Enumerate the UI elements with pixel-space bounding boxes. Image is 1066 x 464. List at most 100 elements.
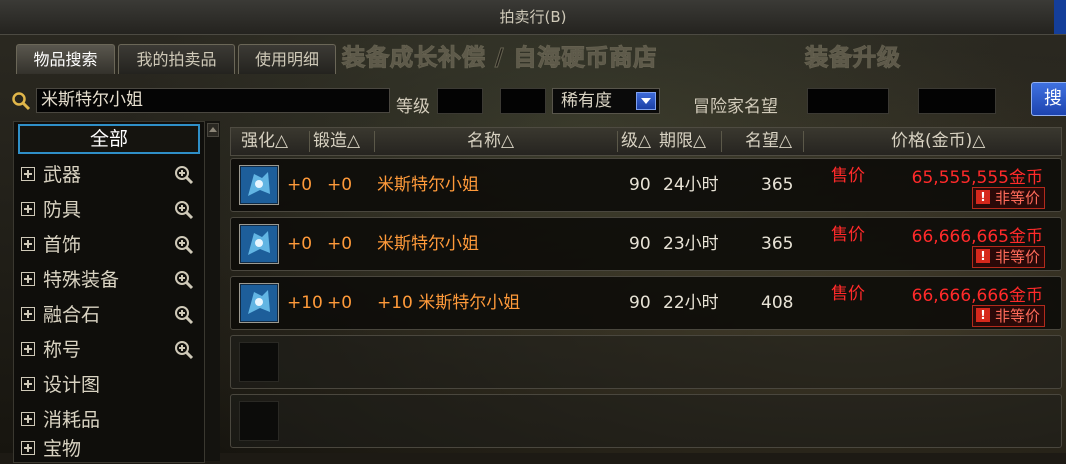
search-input[interactable]: 米斯特尔小姐 (36, 88, 390, 113)
badge-label: 非等价 (994, 307, 1040, 325)
category-sidebar: 全部 武器 防具 首饰 特殊装备 融合石 称号 设计图 消耗品 宝物 (13, 121, 205, 463)
header-divider (721, 131, 722, 152)
window-title: 拍卖行(B) (499, 8, 567, 26)
level-label: 等级 (396, 97, 430, 117)
sidebar-item-weapon[interactable]: 武器 (18, 160, 200, 190)
item-slot[interactable] (239, 224, 279, 264)
plus-box-icon[interactable] (21, 167, 35, 181)
tab-usage-history[interactable]: 使用明细 (238, 44, 336, 74)
item-slot[interactable] (239, 165, 279, 205)
plus-box-icon[interactable] (21, 377, 35, 391)
row-duration: 24小时 (663, 175, 719, 195)
rarity-label: 稀有度 (561, 91, 612, 111)
plus-box-icon[interactable] (21, 307, 35, 321)
row-forge: +0 (327, 293, 353, 313)
row-item-name: 米斯特尔小姐 (377, 175, 479, 195)
item-card-icon (241, 226, 277, 262)
header-forge[interactable]: 锻造△ (313, 128, 360, 155)
zoom-in-icon[interactable] (174, 235, 194, 255)
fame-min-input[interactable] (807, 88, 889, 114)
header-level[interactable]: 级△ (621, 128, 651, 155)
sidebar-item-label: 设计图 (43, 374, 101, 396)
level-max-input[interactable] (500, 88, 546, 114)
row-item-name: 米斯特尔小姐 (377, 234, 479, 254)
row-item-name: +10 米斯特尔小姐 (377, 293, 521, 313)
row-price: 65,555,555金币 (911, 168, 1043, 188)
chevron-down-icon[interactable] (636, 92, 656, 110)
row-fame: 365 (761, 234, 794, 254)
row-sale-label: 售价 (831, 284, 865, 304)
listing-row[interactable]: +10 +0 +10 米斯特尔小姐 90 22小时 408 售价 66,666,… (230, 276, 1062, 330)
sidebar-item-label: 全部 (89, 128, 128, 150)
item-card-icon (241, 167, 277, 203)
header-price[interactable]: 价格(金币)△ (891, 128, 985, 155)
plus-box-icon[interactable] (21, 342, 35, 356)
item-slot[interactable] (239, 283, 279, 323)
header-divider (374, 131, 375, 152)
search-button[interactable]: 搜 (1031, 82, 1066, 116)
listing-row[interactable]: +0 +0 米斯特尔小姐 90 24小时 365 售价 65,555,555金币… (230, 158, 1062, 212)
header-duration[interactable]: 期限△ (659, 128, 706, 155)
row-sale-label: 售价 (831, 166, 865, 186)
sidebar-item-fusion-stone[interactable]: 融合石 (18, 300, 200, 330)
sidebar-item-accessory[interactable]: 首饰 (18, 230, 200, 260)
item-slot (239, 342, 279, 382)
zoom-in-icon[interactable] (174, 305, 194, 325)
exclamation-icon: ! (975, 249, 990, 263)
fame-label: 冒险家名望 (693, 97, 778, 117)
row-level: 90 (629, 293, 651, 313)
zoom-in-icon[interactable] (174, 270, 194, 290)
sidebar-item-label: 宝物 (43, 438, 82, 460)
level-min-input[interactable] (437, 88, 483, 114)
listing-row[interactable]: +0 +0 米斯特尔小姐 90 23小时 365 售价 66,666,665金币… (230, 217, 1062, 271)
scroll-up-icon[interactable] (207, 123, 219, 137)
sidebar-item-all[interactable]: 全部 (18, 124, 200, 154)
sidebar-item-special-equipment[interactable]: 特殊装备 (18, 265, 200, 295)
sidebar-item-label: 武器 (43, 164, 82, 186)
tab-item-search[interactable]: 物品搜索 (16, 44, 115, 74)
zoom-in-icon[interactable] (174, 340, 194, 360)
sidebar-item-label: 防具 (43, 199, 82, 221)
empty-listing-row (230, 394, 1062, 448)
empty-listing-row (230, 335, 1062, 389)
sidebar-item-consumable[interactable]: 消耗品 (18, 405, 200, 435)
plus-box-icon[interactable] (21, 412, 35, 426)
row-price: 66,666,666金币 (911, 286, 1043, 306)
zoom-in-icon[interactable] (174, 165, 194, 185)
row-enhance: +10 (287, 293, 323, 313)
row-fame: 365 (761, 175, 794, 195)
row-duration: 23小时 (663, 234, 719, 254)
sidebar-item-label: 特殊装备 (43, 269, 120, 291)
titlebar-corner (1054, 0, 1066, 34)
plus-box-icon[interactable] (21, 202, 35, 216)
exclamation-icon: ! (975, 190, 990, 204)
header-divider (309, 131, 310, 152)
sidebar-scrollbar[interactable] (204, 121, 220, 461)
row-duration: 22小时 (663, 293, 719, 313)
sidebar-item-label: 称号 (43, 339, 82, 361)
header-enhance[interactable]: 强化△ (241, 128, 288, 155)
sidebar-item-title[interactable]: 称号 (18, 335, 200, 365)
fame-max-input[interactable] (918, 88, 996, 114)
plus-box-icon[interactable] (21, 237, 35, 251)
sidebar-item-treasure[interactable]: 宝物 (18, 434, 200, 464)
sidebar-item-blueprint[interactable]: 设计图 (18, 370, 200, 400)
zoom-in-icon[interactable] (174, 200, 194, 220)
sidebar-item-label: 首饰 (43, 234, 82, 256)
row-level: 90 (629, 234, 651, 254)
non-equivalent-badge: ! 非等价 (971, 187, 1045, 209)
sidebar-item-armor[interactable]: 防具 (18, 195, 200, 225)
header-name[interactable]: 名称△ (467, 128, 514, 155)
row-forge: +0 (327, 234, 353, 254)
rarity-dropdown[interactable]: 稀有度 (552, 88, 660, 114)
item-slot (239, 401, 279, 441)
header-divider (617, 131, 618, 152)
row-fame: 408 (761, 293, 794, 313)
badge-label: 非等价 (994, 189, 1040, 207)
item-card-icon (241, 285, 277, 321)
tab-my-auctions[interactable]: 我的拍卖品 (118, 44, 235, 74)
row-enhance: +0 (287, 175, 313, 195)
header-fame[interactable]: 名望△ (745, 128, 792, 155)
plus-box-icon[interactable] (21, 272, 35, 286)
window-titlebar[interactable]: 拍卖行(B) (0, 0, 1066, 35)
